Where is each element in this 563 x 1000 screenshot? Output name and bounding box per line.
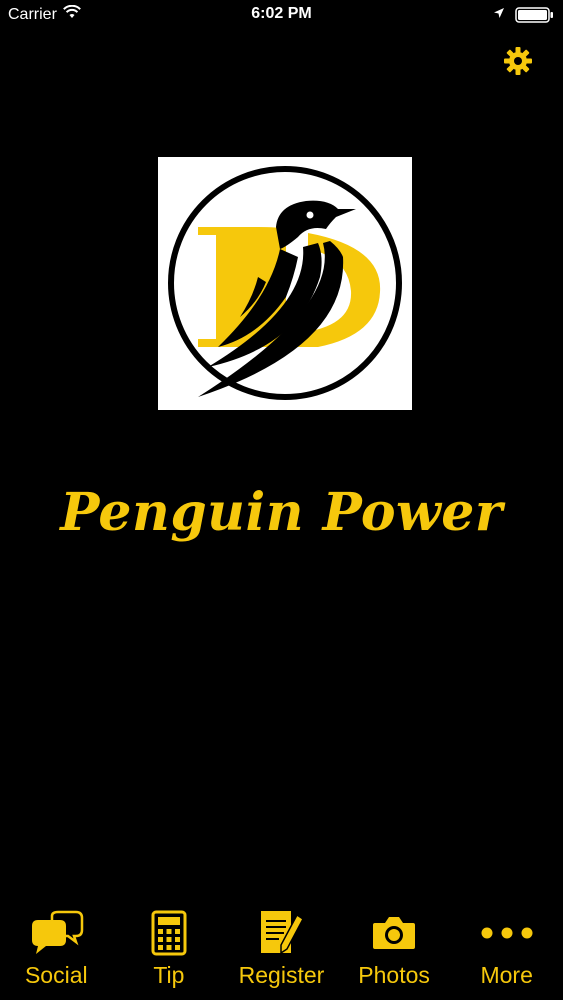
more-dots-icon — [479, 908, 535, 958]
tab-bar: Social Tip Register Photos More — [0, 900, 563, 1000]
status-right — [493, 6, 555, 24]
tab-register-label: Register — [238, 962, 325, 988]
location-arrow-icon — [493, 6, 505, 24]
camera-icon — [366, 908, 422, 958]
battery-icon — [515, 7, 555, 23]
tab-tip-label: Tip — [153, 962, 185, 988]
tab-register[interactable]: Register — [225, 900, 338, 1000]
tab-photos-label: Photos — [358, 962, 430, 988]
status-bar: Carrier 6:02 PM — [0, 0, 563, 30]
app-title: Penguin Power — [60, 482, 503, 543]
tab-more-label: More — [480, 962, 533, 988]
settings-button[interactable] — [500, 45, 536, 81]
tab-more[interactable]: More — [450, 900, 563, 1000]
app-logo — [158, 157, 412, 410]
tab-social-label: Social — [24, 962, 88, 988]
tab-social[interactable]: Social — [0, 900, 113, 1000]
tab-tip[interactable]: Tip — [113, 900, 226, 1000]
chat-bubbles-icon — [28, 908, 84, 958]
tab-photos[interactable]: Photos — [338, 900, 451, 1000]
gear-icon — [503, 46, 533, 81]
calculator-icon — [141, 908, 197, 958]
penguin-d-logo — [168, 166, 402, 400]
document-pen-icon — [253, 908, 309, 958]
status-time: 6:02 PM — [251, 5, 312, 22]
